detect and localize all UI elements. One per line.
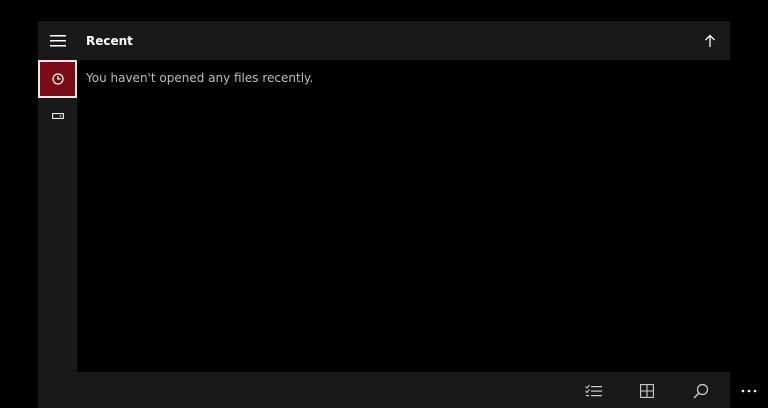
- search-icon: [693, 383, 709, 399]
- page-title: Recent: [86, 34, 133, 48]
- bottom-app-bar: [77, 372, 757, 408]
- arrow-up-icon: [705, 34, 715, 47]
- hamburger-menu-icon: [49, 35, 66, 47]
- select-list-icon: [585, 384, 602, 397]
- empty-state-message: You haven't opened any files recently.: [86, 71, 314, 85]
- file-list-area: You haven't opened any files recently.: [77, 60, 730, 371]
- sidebar-rail: [38, 21, 77, 408]
- grid-view-button[interactable]: [635, 379, 659, 403]
- up-button[interactable]: [698, 29, 722, 53]
- search-button[interactable]: [689, 379, 713, 403]
- sidebar-item-drives[interactable]: [38, 97, 77, 135]
- sidebar-item-recent[interactable]: [38, 60, 77, 98]
- clock-icon: [51, 73, 64, 85]
- drive-icon: [51, 113, 64, 119]
- more-icon: [741, 389, 757, 393]
- app-window: Recent You haven't opened any files rece…: [38, 21, 757, 408]
- more-options-button[interactable]: [737, 379, 761, 403]
- grid-view-icon: [640, 384, 654, 398]
- select-button[interactable]: [582, 379, 606, 403]
- hamburger-menu-button[interactable]: [38, 22, 77, 60]
- header-bar: Recent: [77, 21, 730, 60]
